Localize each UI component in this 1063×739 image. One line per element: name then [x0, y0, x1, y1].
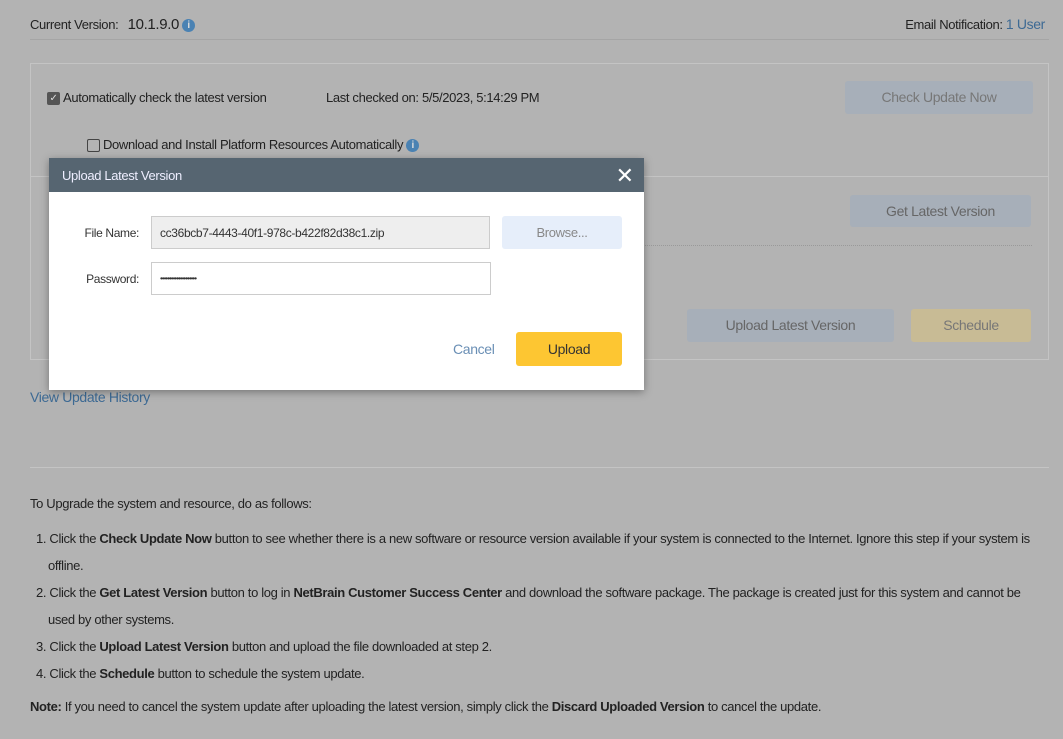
- view-update-history-link[interactable]: View Update History: [30, 389, 150, 405]
- file-name-label: File Name:: [84, 226, 139, 240]
- checkbox-checked-icon: ✓: [47, 92, 60, 106]
- get-latest-version-button[interactable]: Get Latest Version: [850, 195, 1031, 227]
- auto-check-label: Automatically check the latest version: [63, 90, 267, 105]
- browse-button[interactable]: Browse...: [502, 216, 622, 249]
- dotted-divider: [640, 245, 1032, 246]
- current-version: Current Version: 10.1.9.0 i: [30, 16, 196, 33]
- step-item: 2. Click the Get Latest Version button t…: [36, 585, 1021, 627]
- dialog-title: Upload Latest Version: [62, 168, 182, 183]
- step-item: 4. Click the Schedule button to schedule…: [36, 666, 365, 681]
- info-icon[interactable]: i: [406, 139, 420, 153]
- password-input[interactable]: ••••••••••••••••••••: [151, 262, 491, 295]
- info-icon[interactable]: i: [182, 19, 196, 33]
- upload-latest-version-button[interactable]: Upload Latest Version: [687, 309, 894, 342]
- upload-button[interactable]: Upload: [516, 332, 622, 366]
- step-item: 1. Click the Check Update Now button to …: [36, 531, 1030, 573]
- file-name-input: cc36bcb7-4443-40f1-978c-b422f82d38c1.zip: [151, 216, 490, 249]
- last-checked: Last checked on: 5/5/2023, 5:14:29 PM: [326, 90, 540, 105]
- divider: [30, 39, 1049, 40]
- email-notification: Email Notification: 1 User: [905, 16, 1045, 32]
- close-icon[interactable]: ✕: [616, 163, 634, 189]
- check-update-now-button[interactable]: Check Update Now: [845, 81, 1033, 114]
- auto-check-checkbox[interactable]: ✓ Automatically check the latest version: [47, 90, 267, 106]
- instructions: To Upgrade the system and resource, do a…: [30, 496, 1040, 714]
- step-item: 3. Click the Upload Latest Version butto…: [36, 639, 492, 654]
- download-install-label: Download and Install Platform Resources …: [103, 137, 404, 152]
- cancel-button[interactable]: Cancel: [453, 341, 495, 357]
- email-label: Email Notification:: [905, 17, 1003, 32]
- password-label: Password:: [86, 272, 139, 286]
- upload-latest-version-dialog: Upload Latest Version ✕ File Name: cc36b…: [49, 158, 644, 390]
- schedule-button[interactable]: Schedule: [911, 309, 1031, 342]
- dialog-header: Upload Latest Version ✕: [49, 158, 644, 192]
- divider: [30, 467, 1049, 468]
- version-value: 10.1.9.0: [127, 16, 180, 33]
- instructions-intro: To Upgrade the system and resource, do a…: [30, 496, 312, 511]
- checkbox-unchecked-icon: [87, 139, 100, 153]
- note: Note: If you need to cancel the system u…: [30, 699, 822, 714]
- version-label: Current Version:: [30, 17, 119, 32]
- download-install-checkbox[interactable]: Download and Install Platform Resources …: [87, 137, 420, 153]
- email-users-link[interactable]: 1 User: [1006, 16, 1045, 32]
